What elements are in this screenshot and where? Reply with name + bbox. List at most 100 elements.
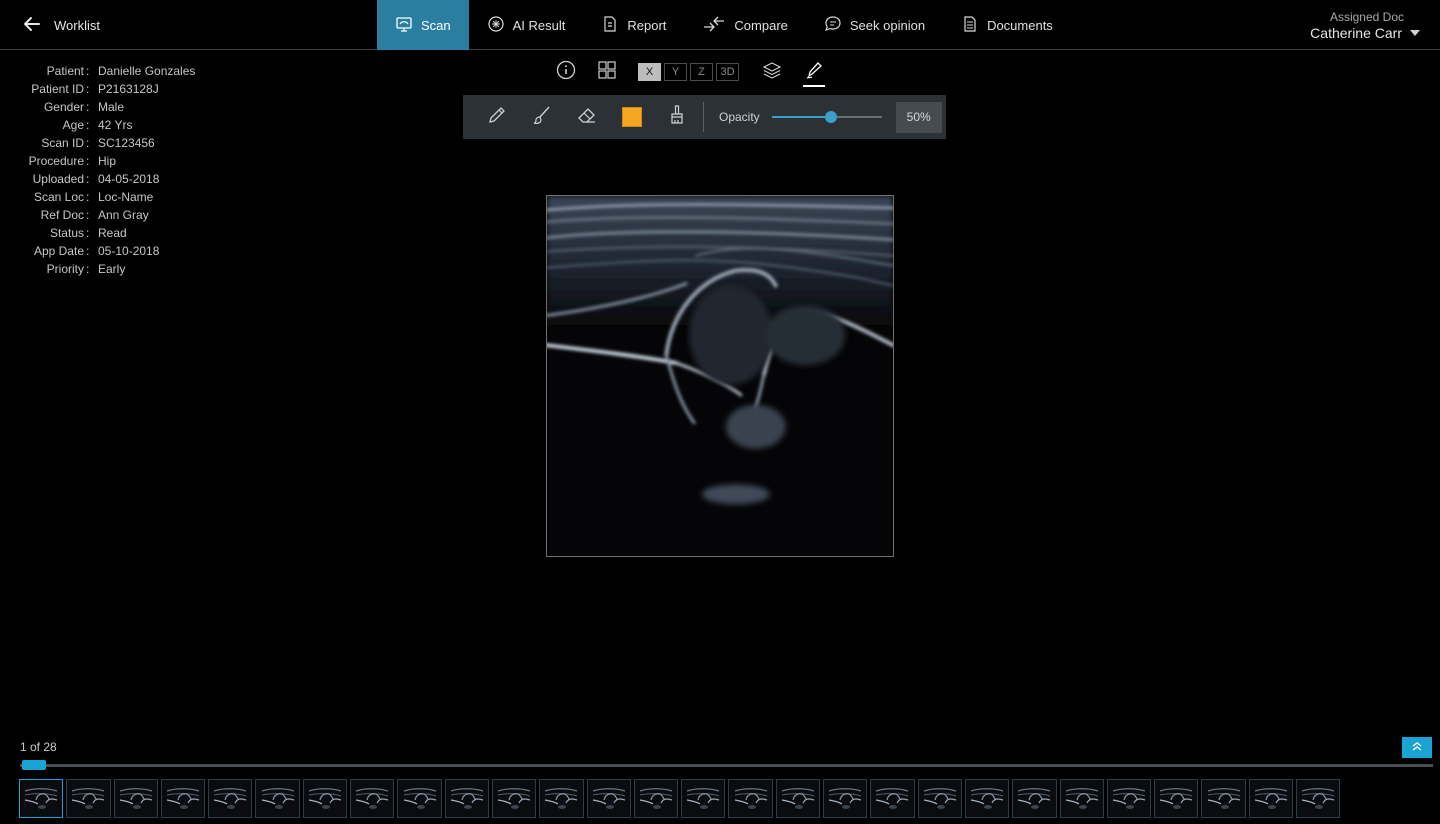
scan-thumbnail[interactable] [539, 779, 584, 818]
ultrasound-scan-image[interactable] [546, 195, 894, 557]
assigned-doctor: Assigned Doc Catherine Carr [1310, 10, 1420, 41]
tab-documents[interactable]: Documents [943, 0, 1071, 50]
pencil-tool[interactable] [474, 95, 519, 139]
chat-bubble-icon [824, 15, 842, 36]
brush-tool[interactable] [519, 95, 564, 139]
axis-y-button[interactable]: Y [664, 63, 687, 81]
scan-thumbnail-image [828, 785, 863, 812]
info-value: Male [98, 100, 125, 114]
tab-compare[interactable]: Compare [684, 0, 805, 50]
scan-thumbnail[interactable] [255, 779, 300, 818]
assigned-doc-dropdown[interactable]: Catherine Carr [1310, 25, 1420, 41]
tab-report[interactable]: Report [583, 0, 684, 50]
compare-icon [702, 15, 726, 36]
drawing-toolbar: Opacity 50% [463, 95, 946, 139]
info-value: 04-05-2018 [98, 172, 160, 186]
info-key: Gender [43, 100, 84, 114]
scan-thumbnail[interactable] [113, 779, 158, 818]
scan-thumbnail[interactable] [870, 779, 915, 818]
scan-thumbnail[interactable] [302, 779, 348, 818]
scan-thumbnail-image [307, 785, 342, 812]
opacity-value[interactable]: 50% [895, 101, 942, 133]
info-key: Procedure [28, 154, 84, 168]
scan-thumbnail-image [24, 785, 59, 812]
scan-thumbnail-image [922, 785, 957, 812]
scan-thumbnail[interactable] [491, 779, 537, 818]
tab-ai-result[interactable]: AI Result [469, 0, 584, 50]
info-row-patient-id: Patient ID: P2163128J [10, 80, 195, 98]
scan-thumbnail[interactable] [444, 779, 489, 818]
layers-button[interactable] [761, 61, 783, 83]
slider-knob[interactable] [825, 111, 838, 123]
viewer-controls: X Y Z 3D [555, 59, 825, 87]
info-separator: : [86, 226, 90, 240]
toolbar-divider [703, 102, 704, 132]
opacity-slider[interactable] [771, 110, 882, 124]
pencil-icon [486, 104, 508, 131]
info-value: Danielle Gonzales [98, 64, 196, 78]
scan-thumbnail[interactable] [728, 779, 773, 818]
assigned-doc-name: Catherine Carr [1310, 25, 1402, 41]
info-value: Loc-Name [98, 190, 154, 204]
info-row-age: Age:42 Yrs [10, 116, 195, 134]
tab-seek-opinion[interactable]: Seek opinion [806, 0, 943, 50]
scrubber-handle[interactable] [22, 760, 46, 770]
scan-thumbnail[interactable] [66, 779, 111, 818]
scan-thumbnail[interactable] [19, 779, 64, 818]
info-key: Patient [46, 64, 84, 78]
scan-thumbnail-image [166, 785, 201, 812]
ai-brain-icon [487, 15, 505, 36]
scan-thumbnail[interactable] [823, 779, 868, 818]
scan-thumbnail[interactable] [1059, 779, 1104, 818]
scan-thumbnail[interactable] [350, 779, 395, 818]
scan-thumbnail[interactable] [1106, 779, 1152, 818]
scan-thumbnail[interactable] [397, 779, 442, 818]
frame-scrubber[interactable] [20, 760, 1433, 770]
info-separator: : [86, 118, 90, 132]
info-row-scan-id: Scan ID: SC123456 [10, 134, 195, 152]
scan-thumbnail-image [970, 785, 1005, 812]
info-row-ref-doc: Ref Doc: Ann Gray [10, 206, 195, 224]
scan-thumbnail-image [733, 785, 768, 812]
color-picker[interactable] [609, 95, 654, 139]
scan-thumbnail[interactable] [586, 779, 631, 818]
scan-thumbnail[interactable] [1296, 779, 1341, 818]
tab-label: AI Result [512, 17, 566, 33]
tab-scan[interactable]: Scan [377, 0, 469, 50]
scan-thumbnail[interactable] [1012, 779, 1057, 818]
tab-label: Seek opinion [849, 17, 926, 33]
scan-thumbnail[interactable] [1154, 779, 1199, 818]
scan-thumbnail[interactable] [681, 779, 726, 818]
scan-thumbnail[interactable] [633, 779, 679, 818]
axis-z-button[interactable]: Z [690, 63, 713, 81]
scan-thumbnail-image [591, 785, 626, 812]
scan-thumbnail[interactable] [917, 779, 962, 818]
info-value: Early [98, 262, 126, 276]
scan-thumbnail[interactable] [1201, 779, 1246, 818]
scan-thumbnail[interactable] [208, 779, 253, 818]
scan-thumbnail[interactable] [775, 779, 821, 818]
scan-thumbnail-image [1111, 785, 1146, 812]
scan-thumbnail[interactable] [1248, 779, 1294, 818]
scan-thumbnail[interactable] [964, 779, 1010, 818]
scan-thumbnail-image [544, 785, 579, 812]
scan-thumbnail-image [875, 785, 910, 812]
info-row-status: Status: Read [10, 224, 195, 242]
collapse-filmstrip-button[interactable] [1402, 737, 1432, 758]
patient-info-panel: Patient: Danielle Gonzales Patient ID: P21… [10, 62, 196, 278]
info-button[interactable] [555, 60, 577, 83]
fill-brush-icon [666, 104, 688, 131]
grid-layout-button[interactable] [596, 60, 618, 83]
axis-x-button[interactable]: X [638, 63, 661, 81]
main-tabs: Scan AI Result Report Compare Seek opini… [377, 0, 1071, 50]
back-to-worklist-button[interactable]: Worklist [22, 0, 100, 50]
draw-tool-button[interactable] [803, 61, 825, 87]
scan-thumbnail-image [1064, 785, 1099, 812]
back-label: Worklist [54, 17, 100, 33]
eraser-tool[interactable] [564, 95, 609, 139]
scan-thumbnail[interactable] [160, 779, 206, 818]
fill-brush-tool[interactable] [654, 95, 699, 139]
scan-thumbnail-image [118, 785, 153, 812]
eraser-icon [576, 104, 598, 131]
axis-3d-button[interactable]: 3D [716, 63, 739, 81]
